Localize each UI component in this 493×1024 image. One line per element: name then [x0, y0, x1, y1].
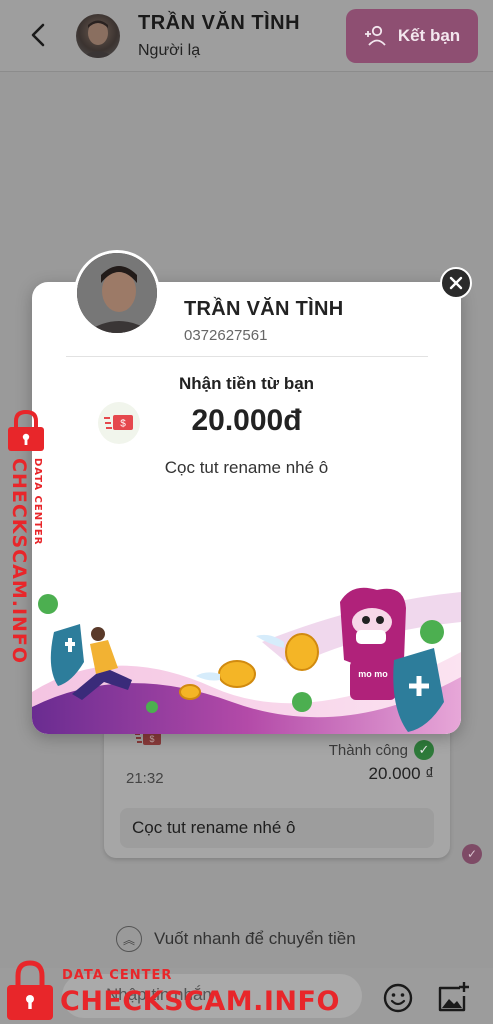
- transfer-note: Cọc tut rename nhé ô: [164, 458, 329, 477]
- transfer-time: 21:32: [126, 770, 164, 787]
- watermark-side: CHECKSCAM.INFO DATA CENTER: [2, 410, 56, 664]
- transfer-message: Cọc tut rename nhé ô: [120, 808, 434, 848]
- close-icon: [449, 276, 463, 290]
- receive-money-dialog: TRẦN VĂN TÌNH 0372627561 Nhận tiền từ bạ…: [32, 282, 461, 734]
- add-person-icon: [364, 25, 386, 46]
- sender-avatar: [74, 250, 160, 336]
- check-circle-icon: ✓: [414, 740, 434, 760]
- watermark-bottom-text: CHECKSCAM.INFO: [60, 986, 340, 1017]
- momo-illustration: mo mo: [32, 587, 461, 734]
- lock-icon: [8, 410, 44, 451]
- emoji-icon[interactable]: [382, 982, 414, 1014]
- transfer-status: Thành công ✓: [329, 740, 434, 760]
- contact-status: Người lạ: [138, 42, 201, 59]
- close-dialog-button[interactable]: [440, 267, 472, 299]
- sender-phone: 0372627561: [184, 327, 268, 344]
- contact-avatar[interactable]: [76, 14, 120, 58]
- mascot-logo-text: mo mo: [358, 669, 388, 679]
- watermark-side-sub: DATA CENTER: [32, 458, 43, 546]
- swipe-hint-label: Vuốt nhanh để chuyển tiền: [154, 929, 356, 948]
- swipe-hint[interactable]: ︽ Vuốt nhanh để chuyển tiền: [116, 926, 356, 952]
- chat-header: TRẦN VĂN TÌNH Người lạ Kết bạn: [0, 0, 493, 72]
- add-friend-button[interactable]: Kết bạn: [346, 9, 478, 63]
- contact-name[interactable]: TRẦN VĂN TÌNH: [138, 12, 300, 35]
- amount-row: $ 20.000đ: [32, 400, 461, 444]
- add-image-icon[interactable]: [436, 980, 470, 1014]
- receive-label: Nhận tiền từ bạn: [178, 374, 315, 393]
- swipe-up-icon: ︽: [116, 926, 142, 952]
- add-friend-label: Kết bạn: [397, 26, 461, 45]
- watermark-bottom-sub: DATA CENTER: [62, 968, 173, 983]
- sent-check-icon: ✓: [462, 844, 482, 864]
- watermark-side-text: CHECKSCAM.INFO: [8, 458, 30, 665]
- dialog-divider: [66, 356, 428, 357]
- svg-text:$: $: [149, 734, 154, 744]
- received-amount: 20.000đ: [191, 404, 302, 437]
- lock-icon: [7, 960, 53, 1020]
- transfer-status-label: Thành công: [328, 741, 408, 759]
- watermark-bottom: DATA CENTER CHECKSCAM.INFO: [0, 960, 339, 1024]
- sender-name: TRẦN VĂN TÌNH: [184, 298, 344, 320]
- back-arrow-icon[interactable]: [24, 20, 54, 50]
- transfer-amount: 20.000 ₫: [368, 764, 434, 783]
